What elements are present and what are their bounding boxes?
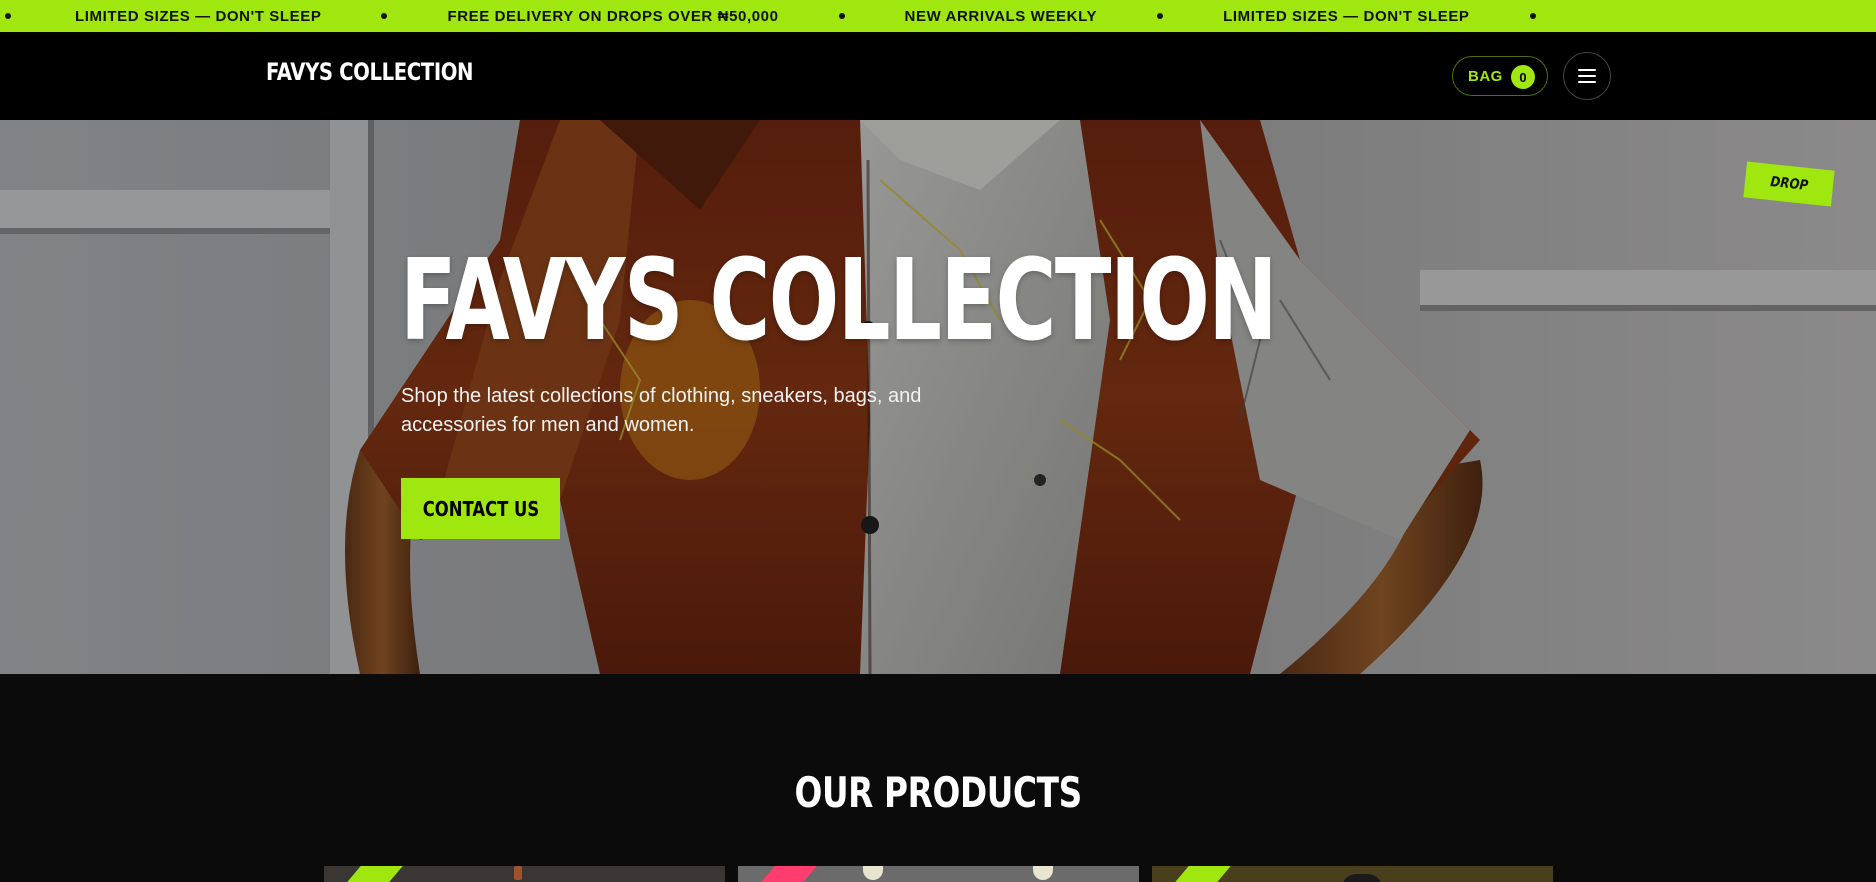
products-heading-label: OUR PRODUCTS (794, 768, 1082, 817)
ticker-separator (381, 13, 388, 19)
bag-button[interactable]: BAG 0 (1452, 56, 1548, 96)
ticker-separator (5, 13, 11, 19)
hero-section: FAVYS COLLECTION Shop the latest collect… (0, 120, 1876, 674)
bag-count-badge: 0 (1511, 65, 1535, 89)
drop-tag-label: DROP (1769, 174, 1809, 194)
ticker-track: LIMITED SIZES — DON'T SLEEP FREE DELIVER… (0, 0, 1596, 32)
ticker-item: LIMITED SIZES — DON'T SLEEP (75, 7, 322, 25)
announcement-ticker: LIMITED SIZES — DON'T SLEEP FREE DELIVER… (0, 0, 1876, 32)
ticker-separator (1157, 13, 1164, 19)
product-image (1033, 866, 1053, 880)
products-heading: OUR PRODUCTS (0, 768, 1876, 817)
card-accent-stripe (347, 866, 403, 882)
product-card[interactable] (1152, 866, 1553, 882)
hero-title: FAVYS COLLECTION (400, 236, 1278, 366)
product-image (1342, 874, 1382, 882)
contact-us-label: CONTACT US (422, 496, 539, 521)
site-header: FAVYS COLLECTION BAG 0 (0, 32, 1876, 120)
product-card[interactable] (738, 866, 1139, 882)
brand-logo[interactable]: FAVYS COLLECTION (266, 58, 474, 86)
ticker-separator (1529, 13, 1536, 19)
ticker-separator (838, 13, 845, 19)
product-card[interactable] (324, 866, 725, 882)
bag-label: BAG (1468, 67, 1503, 85)
ticker-item: FREE DELIVERY ON DROPS OVER ₦50,000 (447, 7, 779, 25)
hamburger-icon (1578, 69, 1596, 83)
product-image (863, 866, 883, 880)
card-accent-stripe (1175, 866, 1231, 882)
contact-us-button[interactable]: CONTACT US (401, 478, 560, 539)
ticker-item: LIMITED SIZES — DON'T SLEEP (1223, 7, 1470, 25)
menu-button[interactable] (1563, 52, 1611, 100)
card-accent-stripe (761, 866, 817, 882)
hero-subtitle: Shop the latest collections of clothing,… (401, 385, 922, 436)
product-image (514, 866, 522, 880)
ticker-item: NEW ARRIVALS WEEKLY (904, 7, 1098, 25)
